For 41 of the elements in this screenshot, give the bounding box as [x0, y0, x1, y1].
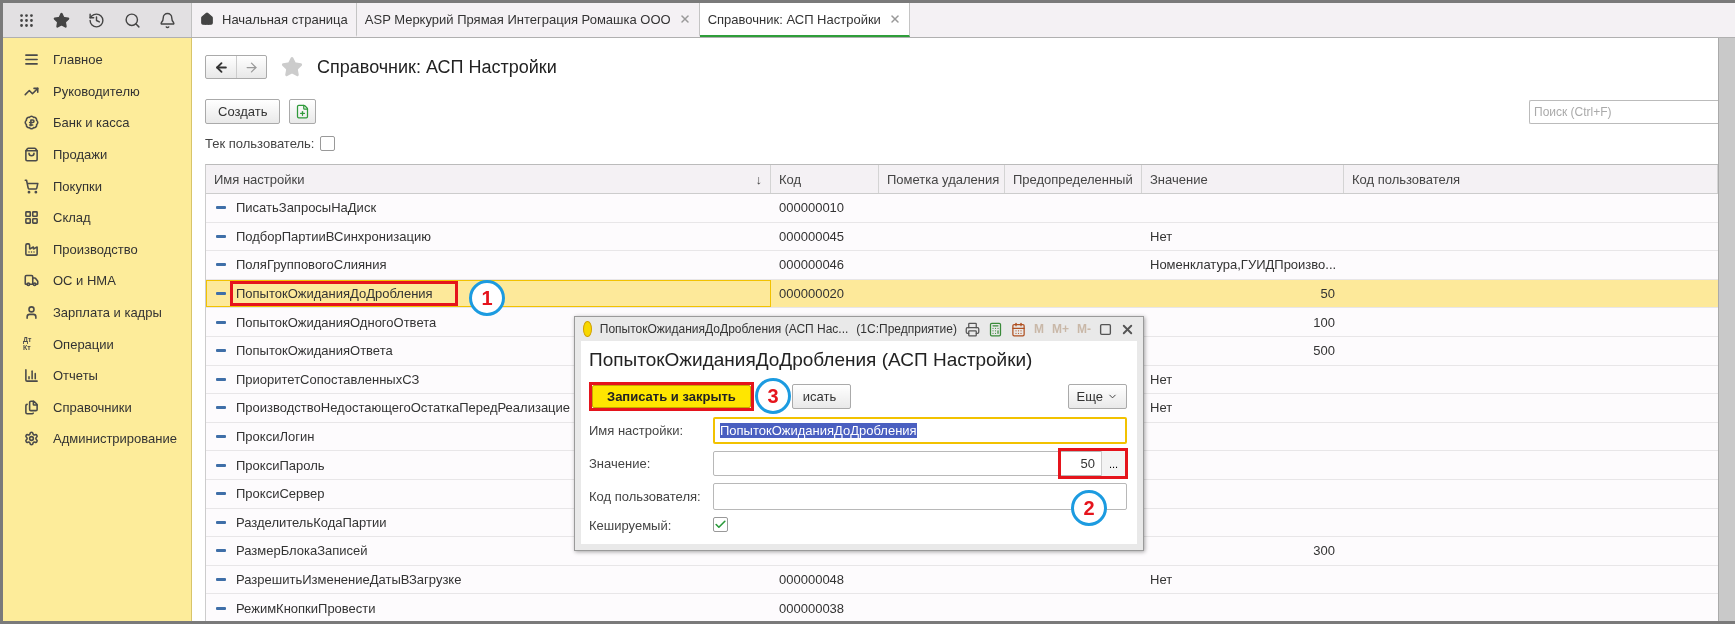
table-cell: РазрешитьИзменениеДатыВЗагрузке: [236, 572, 462, 587]
field-label: Код пользователя:: [589, 489, 702, 504]
table-cell: ПроксиЛогин: [236, 429, 315, 445]
table-cell: ПриоритетСопоставленныхСЗ: [236, 371, 420, 387]
field-label: Значение:: [589, 456, 652, 471]
field-label: Имя настройки:: [589, 423, 685, 438]
table-cell: 50: [1320, 286, 1335, 302]
table-cell: РазмерБлокаЗаписей: [236, 543, 368, 559]
table-cell: 000000048: [779, 572, 845, 587]
table-cell: Нет: [1150, 228, 1173, 244]
app-name: (1С:Предприятие): [856, 322, 957, 336]
table-cell: 000000020: [779, 286, 845, 302]
table-cell: ПисатьЗапросыНаДиск: [236, 200, 377, 216]
dialog-title: ПопытокОжиданияДоДробления (АСП Нас...: [599, 322, 849, 336]
table-cell: ПроизводствоНедостающегоОстаткаПередРеализацие: [236, 400, 571, 416]
table-cell: 100: [1313, 314, 1335, 330]
field-label: Кешируемый:: [589, 518, 673, 533]
table-cell: ПроксиПароль: [236, 457, 325, 473]
table-cell: 000000045: [779, 228, 845, 244]
table-cell: 300: [1313, 543, 1335, 559]
checkbox-label: Тек пользователь:: [205, 135, 315, 151]
table-cell: ПоляГрупповогоСлияния: [236, 257, 387, 273]
table-cell: Нет: [1150, 400, 1173, 416]
table-cell: ПопытокОжиданияОтвета: [236, 343, 393, 359]
table-cell: 000000010: [779, 200, 845, 216]
table-cell: Нет: [1150, 371, 1173, 387]
page-title: Справочник: АСП Настройки: [317, 56, 557, 78]
table-cell: ПодборПартииВСинхронизацию: [236, 228, 431, 244]
highlight-frame: 50 ...: [1057, 448, 1128, 479]
table-cell: Нет: [1150, 572, 1173, 587]
table-cell: ПроксиСервер: [236, 486, 325, 502]
table-cell: 500: [1313, 343, 1335, 359]
sort-mark: ↓: [755, 171, 762, 187]
table-cell: ПопытокОжиданияДоДробления: [236, 286, 433, 302]
table-cell: РежимКнопкиПровести: [236, 600, 376, 616]
dialog-heading: ПопытокОжиданияДоДробления (АСП Настройки): [589, 349, 1034, 371]
table-cell: РазделительКодаПартии: [236, 514, 387, 530]
table-cell: Номенклатура,ГУИДПроизво...: [1150, 257, 1337, 273]
table-cell: 000000046: [779, 257, 845, 273]
table-cell: ПопытокОжиданияОдногоОтвета: [236, 314, 437, 330]
table-cell: 000000038: [779, 600, 845, 616]
